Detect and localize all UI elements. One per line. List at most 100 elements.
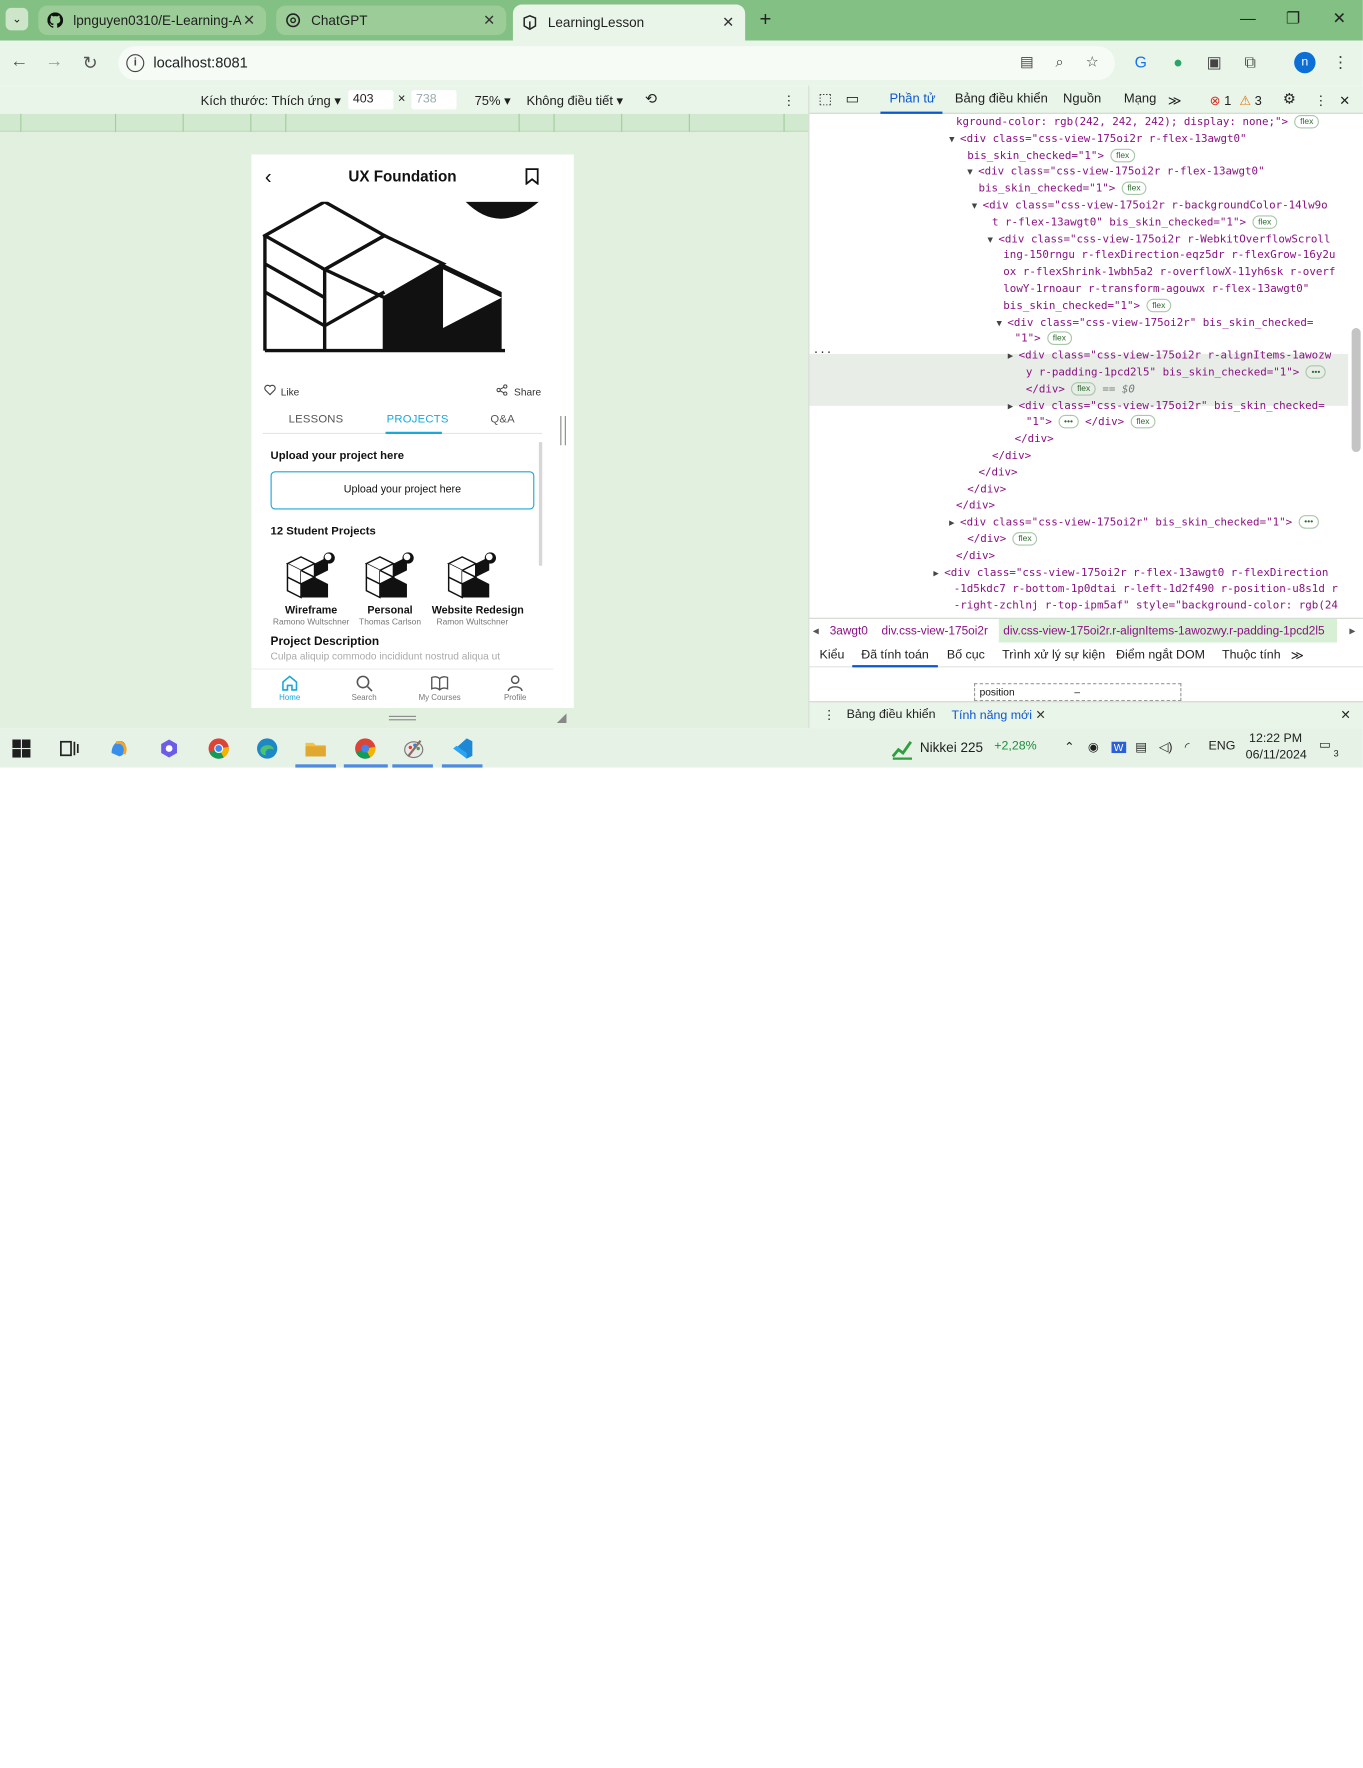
- collapse-triangle-icon[interactable]: ▼: [949, 134, 960, 144]
- tab-elements[interactable]: Phần tử: [889, 92, 935, 106]
- node-menu-icon[interactable]: ···: [813, 346, 833, 363]
- drawer-more-icon[interactable]: ⋮: [823, 708, 835, 723]
- wifi-icon[interactable]: ◜: [1185, 740, 1190, 755]
- node-badge[interactable]: flex: [1146, 298, 1171, 313]
- dom-node-line[interactable]: </div> flex == $0: [1026, 381, 1135, 399]
- dom-node-line[interactable]: </div>: [956, 549, 995, 566]
- chrome-icon[interactable]: [206, 736, 231, 761]
- subtab-dom-breakpoints[interactable]: Điểm ngắt DOM: [1116, 648, 1205, 662]
- nav-profile[interactable]: Profile: [487, 674, 543, 702]
- dom-tree[interactable]: ··· kground-color: rgb(242, 242, 242); d…: [809, 114, 1349, 618]
- file-explorer-icon[interactable]: [303, 736, 328, 761]
- zoom-select[interactable]: 75% ▾: [475, 92, 511, 109]
- collapse-triangle-icon[interactable]: ▼: [997, 317, 1008, 327]
- dom-tree-scrollbar[interactable]: [1351, 328, 1361, 453]
- dom-node-line[interactable]: kground-color: rgb(242, 242, 242); displ…: [956, 114, 1319, 132]
- edge-icon[interactable]: [255, 736, 280, 761]
- browser-tab-active[interactable]: LearningLesson ✕: [512, 4, 746, 41]
- dom-node-line[interactable]: ▼ <div class="css-view-175oi2r" bis_skin…: [997, 315, 1314, 332]
- dom-node-line[interactable]: ▼ <div class="css-view-175oi2r r-flex-13…: [967, 165, 1264, 182]
- clock-time[interactable]: 12:22 PM: [1249, 732, 1302, 746]
- expand-triangle-icon[interactable]: ▶: [1008, 351, 1019, 361]
- tab-qa[interactable]: Q&A: [490, 414, 514, 426]
- site-info-icon[interactable]: i: [126, 54, 145, 73]
- network-device-icon[interactable]: ▤: [1135, 740, 1147, 755]
- back-icon[interactable]: ←: [8, 52, 31, 75]
- breadcrumb-item-active[interactable]: div.css-view-175oi2r.r-alignItems-1awozw…: [998, 618, 1337, 643]
- tab-console[interactable]: Bảng điều khiển: [955, 92, 1048, 106]
- dom-node-line[interactable]: -right-zchlnj r-top-ipm5af" style="backg…: [954, 599, 1338, 616]
- breadcrumb-item[interactable]: 3awgt0: [830, 625, 868, 639]
- like-button[interactable]: Like: [264, 382, 299, 398]
- viewport-resize-handle[interactable]: [560, 415, 566, 446]
- throttle-select[interactable]: Không điều tiết ▾: [526, 92, 623, 109]
- node-badge[interactable]: •••: [1298, 515, 1319, 529]
- dom-node-line[interactable]: ▼ <div class="css-view-175oi2r r-WebkitO…: [988, 232, 1331, 249]
- google-translate-extension-icon[interactable]: G: [1131, 53, 1151, 73]
- reload-icon[interactable]: ↻: [79, 52, 102, 75]
- node-badge[interactable]: •••: [1058, 415, 1079, 429]
- node-badge[interactable]: flex: [1130, 415, 1156, 429]
- dom-node-line[interactable]: ▶ <div class="css-view-175oi2r r-flex-13…: [933, 565, 1328, 582]
- node-badge[interactable]: flex: [1012, 532, 1038, 546]
- device-width-input[interactable]: 403: [348, 90, 394, 110]
- tab-projects[interactable]: PROJECTS: [387, 414, 449, 426]
- nav-my-courses[interactable]: My Courses: [411, 674, 467, 702]
- drawer-tab-console[interactable]: Bảng điều khiển: [847, 708, 936, 722]
- forward-icon[interactable]: →: [43, 52, 66, 75]
- settings-gear-icon[interactable]: ⚙: [1283, 90, 1296, 108]
- dom-node-line[interactable]: ▶ <div class="css-view-175oi2r r-alignIt…: [1008, 349, 1331, 366]
- translate-icon[interactable]: ▤: [1017, 53, 1037, 73]
- dom-node-line[interactable]: ▼ <div class="css-view-175oi2r r-backgro…: [972, 198, 1328, 215]
- minimize-icon[interactable]: —: [1237, 9, 1260, 32]
- viewport-height-resize-handle[interactable]: [388, 715, 416, 721]
- device-size-select[interactable]: Kích thước: Thích ứng ▾: [201, 92, 341, 109]
- window-close-icon[interactable]: ✕: [1328, 9, 1351, 32]
- node-badge[interactable]: flex: [1047, 331, 1072, 346]
- node-badge[interactable]: flex: [1071, 381, 1096, 396]
- node-badge[interactable]: flex: [1252, 215, 1277, 229]
- inspect-element-icon[interactable]: ⬚: [818, 90, 832, 108]
- node-badge[interactable]: •••: [1305, 365, 1327, 379]
- share-button[interactable]: Share: [496, 382, 541, 398]
- breadcrumb-item[interactable]: div.css-view-175oi2r: [882, 625, 988, 639]
- rotate-icon[interactable]: ⟲: [645, 90, 657, 108]
- device-more-icon[interactable]: ⋮: [782, 92, 795, 109]
- tab-lessons[interactable]: LESSONS: [289, 414, 344, 426]
- dom-node-line[interactable]: </div>: [978, 465, 1017, 482]
- expand-triangle-icon[interactable]: ▶: [949, 518, 960, 528]
- chrome-profile-icon[interactable]: [353, 736, 378, 761]
- copilot-icon[interactable]: [107, 736, 132, 761]
- bookmark-star-icon[interactable]: ☆: [1082, 53, 1102, 73]
- node-badge[interactable]: flex: [1294, 114, 1319, 129]
- new-tab-icon[interactable]: +: [754, 9, 777, 32]
- project-card[interactable]: Personal Thomas Carlson: [349, 548, 430, 627]
- breadcrumb-next-icon[interactable]: ▸: [1349, 625, 1355, 639]
- viewport-corner-resize-icon[interactable]: ◢: [557, 710, 567, 725]
- dom-node-line[interactable]: ▶ <div class="css-view-175oi2r" bis_skin…: [949, 515, 1319, 532]
- drawer-close-icon[interactable]: ✕: [1340, 708, 1350, 723]
- ai-app-icon[interactable]: [157, 736, 182, 761]
- content-scrollbar[interactable]: [538, 441, 543, 566]
- dom-node-line[interactable]: </div>: [956, 499, 995, 516]
- address-bar[interactable]: i localhost:8081 ▤ ⌕ ☆: [118, 46, 1115, 81]
- dom-node-line[interactable]: bis_skin_checked="1"> flex: [967, 148, 1135, 165]
- tray-overflow-icon[interactable]: ⌃: [1064, 740, 1074, 755]
- collapse-triangle-icon[interactable]: ▼: [967, 167, 978, 177]
- extensions-puzzle-icon[interactable]: ⧉: [1240, 53, 1260, 73]
- paint-icon[interactable]: [401, 736, 426, 761]
- dom-node-line[interactable]: </div>: [1015, 432, 1054, 449]
- windows-start-icon[interactable]: [9, 736, 34, 761]
- zoom-icon[interactable]: ⌕: [1050, 53, 1070, 73]
- close-icon[interactable]: ✕: [481, 11, 497, 29]
- dom-node-line[interactable]: "1"> ••• </div> flex: [1026, 415, 1156, 432]
- dom-node-line[interactable]: bis_skin_checked="1"> flex: [978, 181, 1147, 199]
- subtab-computed[interactable]: Đã tính toán: [861, 648, 929, 662]
- expand-triangle-icon[interactable]: ▶: [933, 568, 944, 578]
- menu-kebab-icon[interactable]: ⋮: [1330, 53, 1350, 73]
- collapse-triangle-icon[interactable]: ▼: [988, 234, 999, 244]
- device-toggle-icon[interactable]: ▭: [845, 90, 859, 108]
- error-counter[interactable]: ⊗ 1 ⚠ 3: [1210, 92, 1262, 109]
- task-view-icon[interactable]: [56, 736, 81, 761]
- drawer-tab-whats-new[interactable]: Tính năng mới ✕: [951, 708, 1045, 723]
